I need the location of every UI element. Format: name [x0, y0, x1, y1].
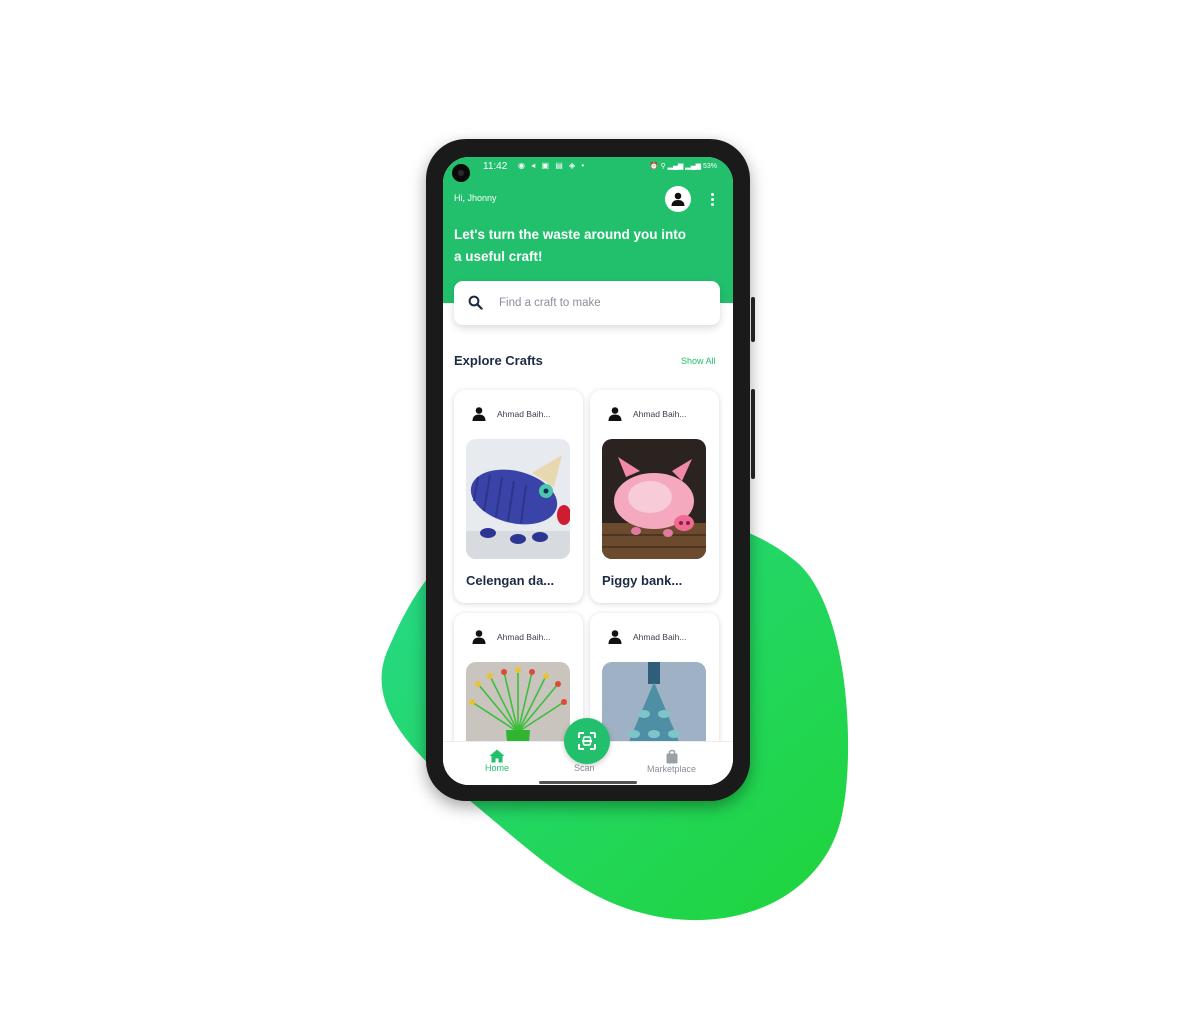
- volume-button: [751, 389, 755, 479]
- status-time: 11:42: [483, 161, 508, 172]
- search-icon: [468, 295, 483, 310]
- scan-icon: [578, 732, 596, 750]
- nav-scan-label: Scan: [574, 763, 595, 773]
- nav-home-label: Home: [485, 763, 510, 773]
- greeting-text: Hi, Jhonny: [454, 193, 497, 203]
- more-vertical-icon: [710, 192, 714, 196]
- person-icon: [472, 407, 486, 421]
- more-options-button[interactable]: [705, 189, 719, 209]
- card-author: Ahmad Baih...: [472, 406, 550, 421]
- nav-marketplace[interactable]: Marketplace: [647, 749, 696, 774]
- phone-frame: 11:42 ◉ ◂ ▣ ▤ ◈ • ⏰ ⚲ ▂▄▆ ▂▄▆ 53% Hi, Jh…: [426, 139, 755, 801]
- person-icon: [671, 192, 685, 206]
- profile-button[interactable]: [665, 186, 691, 212]
- author-name: Ahmad Baih...: [497, 631, 551, 642]
- front-camera: [452, 164, 470, 182]
- author-name: Ahmad Baih...: [633, 408, 687, 419]
- app-screen: 11:42 ◉ ◂ ▣ ▤ ◈ • ⏰ ⚲ ▂▄▆ ▂▄▆ 53% Hi, Jh…: [443, 157, 733, 785]
- craft-card[interactable]: Ahmad Baih...: [454, 390, 583, 603]
- system-status-icons: ⏰ ⚲ ▂▄▆ ▂▄▆ 53%: [649, 163, 717, 170]
- author-name: Ahmad Baih...: [497, 408, 551, 419]
- craft-title: Piggy bank...: [602, 573, 683, 588]
- nav-marketplace-label: Marketplace: [647, 764, 697, 774]
- gesture-bar: [539, 781, 637, 784]
- nav-home[interactable]: Home: [485, 749, 509, 773]
- person-icon: [608, 630, 622, 644]
- card-author: Ahmad Baih...: [608, 406, 686, 421]
- notification-icons: ◉ ◂ ▣ ▤ ◈ •: [518, 161, 587, 170]
- scan-button[interactable]: [564, 718, 610, 764]
- nav-scan[interactable]: Scan: [574, 763, 595, 773]
- card-author: Ahmad Baih...: [608, 629, 686, 644]
- shopping-bag-icon: [666, 749, 678, 764]
- craft-image: [466, 439, 570, 559]
- home-icon: [489, 749, 505, 763]
- power-button: [751, 297, 755, 342]
- author-name: Ahmad Baih...: [633, 631, 687, 642]
- status-bar: 11:42 ◉ ◂ ▣ ▤ ◈ • ⏰ ⚲ ▂▄▆ ▂▄▆ 53%: [443, 157, 733, 182]
- show-all-link[interactable]: Show All: [681, 356, 716, 366]
- craft-card[interactable]: Ahmad Baih...: [590, 390, 719, 603]
- card-author: Ahmad Baih...: [472, 629, 550, 644]
- person-icon: [608, 407, 622, 421]
- person-icon: [472, 630, 486, 644]
- craft-image: [602, 439, 706, 559]
- explore-section-title: Explore Crafts: [454, 353, 543, 368]
- search-bar[interactable]: [454, 281, 720, 325]
- headline-text: Let's turn the waste around you into a u…: [454, 227, 686, 264]
- search-input[interactable]: [499, 294, 699, 312]
- craft-title: Celengan da...: [466, 573, 555, 588]
